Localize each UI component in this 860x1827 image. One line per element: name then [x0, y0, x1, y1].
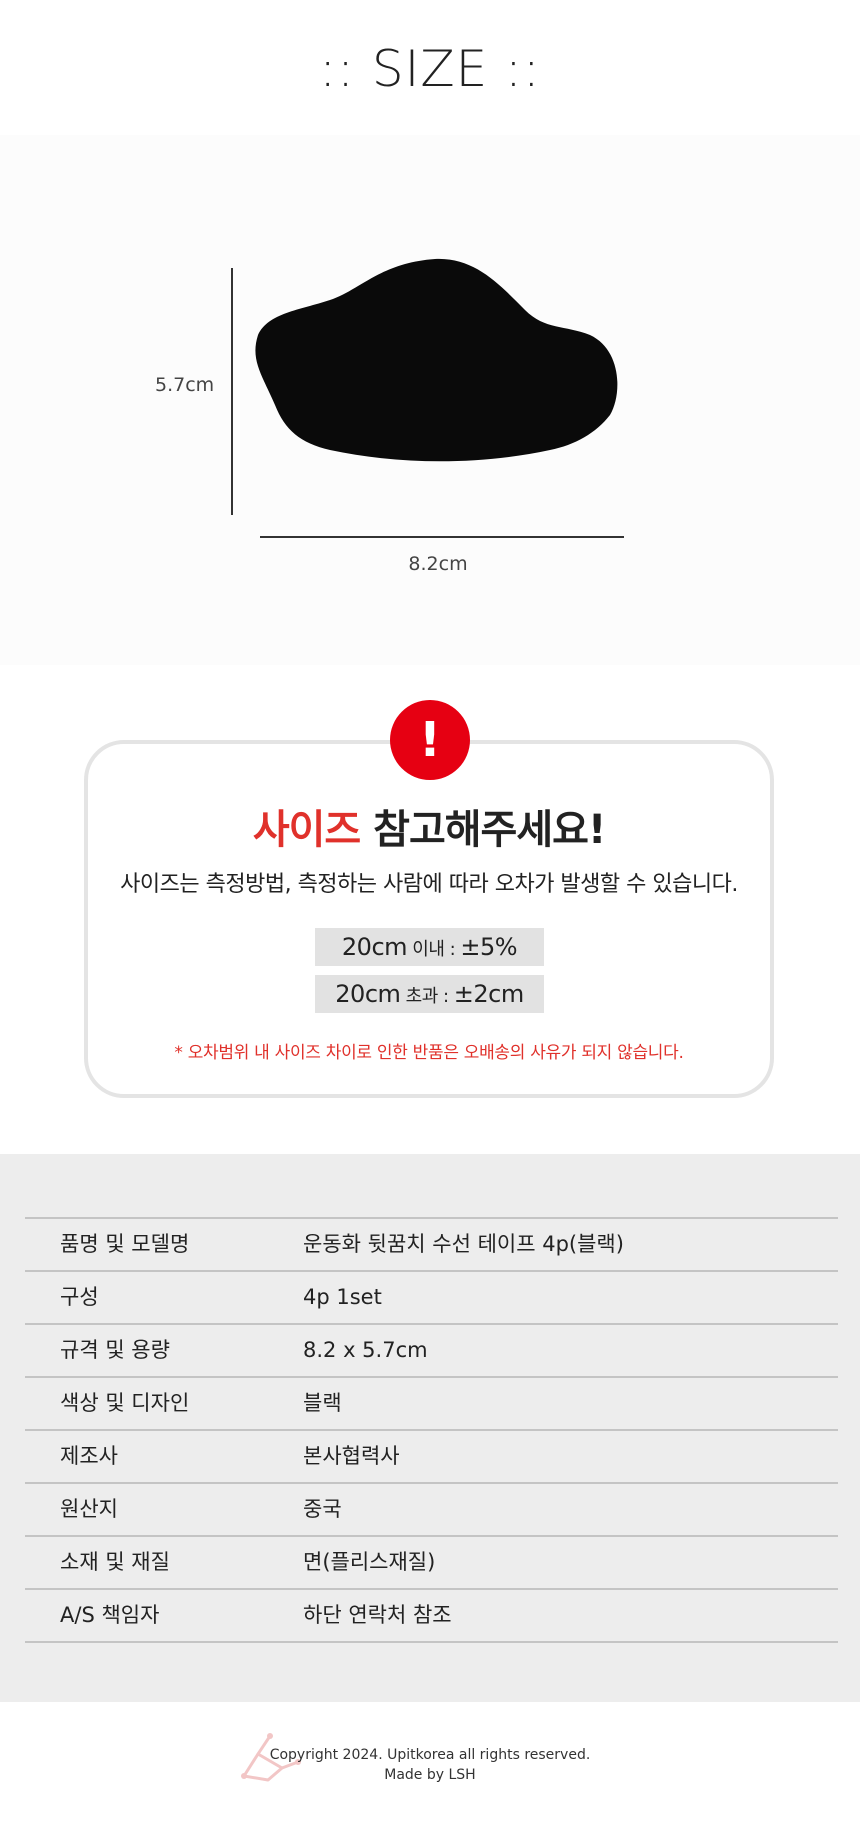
tolerance-condition: 초과 : — [400, 986, 454, 1007]
heel-pad-shape — [255, 258, 618, 462]
tolerance-condition: 이내 : — [407, 939, 461, 960]
spec-key: 원산지 — [60, 1497, 118, 1521]
tolerance-value: ±2cm — [453, 980, 524, 1008]
spec-value: 8.2 x 5.7cm — [303, 1338, 428, 1362]
table-row: 소재 및 재질 면(플리스재질) — [25, 1537, 838, 1590]
spec-value: 블랙 — [303, 1391, 342, 1415]
spec-value: 면(플리스재질) — [303, 1550, 436, 1574]
spec-value: 4p 1set — [303, 1285, 382, 1309]
table-row: 품명 및 모델명 운동화 뒷꿈치 수선 테이프 4p(블랙) — [25, 1219, 838, 1272]
notice-headline: 사이즈 참고해주세요! — [84, 797, 774, 855]
heel-pad-illustration — [231, 258, 624, 538]
page-title: :: SIZE :: — [319, 40, 541, 98]
tolerance-size: 20cm — [341, 933, 408, 961]
spec-key: 구성 — [60, 1285, 99, 1309]
table-row: A/S 책임자 하단 연락처 참조 — [25, 1590, 838, 1643]
tolerance-badge: 20cm 초과 : ±2cm — [315, 975, 544, 1013]
table-row: 구성 4p 1set — [25, 1272, 838, 1325]
spec-table: 품명 및 모델명 운동화 뒷꿈치 수선 테이프 4p(블랙) 구성 4p 1se… — [25, 1217, 838, 1643]
table-row: 색상 및 디자인 블랙 — [25, 1378, 838, 1431]
height-label: 5.7cm — [155, 374, 215, 396]
headline-highlight: 사이즈 — [252, 807, 361, 853]
spec-value: 하단 연락처 참조 — [303, 1603, 452, 1627]
spec-value: 중국 — [303, 1497, 342, 1521]
tolerance-badge: 20cm 이내 : ±5% — [315, 928, 544, 966]
tolerance-size: 20cm — [335, 980, 401, 1008]
spec-key: 품명 및 모델명 — [60, 1232, 190, 1256]
return-policy-warning: * 오차범위 내 사이즈 차이로 인한 반품은 오배송의 사유가 되지 않습니다… — [174, 1043, 684, 1063]
spec-key: 소재 및 재질 — [60, 1550, 170, 1574]
copyright-text: Copyright 2024. Upitkorea all rights res… — [269, 1747, 591, 1763]
notice-subtitle: 사이즈는 측정방법, 측정하는 사람에 따라 오차가 발생할 수 있습니다. — [120, 872, 738, 897]
spec-value: 운동화 뒷꿈치 수선 테이프 4p(블랙) — [303, 1232, 624, 1256]
spec-value: 본사협력사 — [303, 1444, 400, 1468]
width-label: 8.2cm — [408, 553, 468, 575]
spec-key: 색상 및 디자인 — [60, 1391, 190, 1415]
table-row: 원산지 중국 — [25, 1484, 838, 1537]
tolerance-value: ±5% — [460, 933, 518, 961]
spec-key: 규격 및 용량 — [60, 1338, 170, 1362]
table-row: 규격 및 용량 8.2 x 5.7cm — [25, 1325, 838, 1378]
exclamation-icon: ! — [390, 700, 470, 780]
table-row: 제조사 본사협력사 — [25, 1431, 838, 1484]
spec-key: A/S 책임자 — [60, 1603, 160, 1627]
spec-key: 제조사 — [60, 1444, 118, 1468]
made-by-text: Made by LSH — [384, 1767, 476, 1783]
headline-rest: 참고해주세요! — [360, 807, 606, 853]
